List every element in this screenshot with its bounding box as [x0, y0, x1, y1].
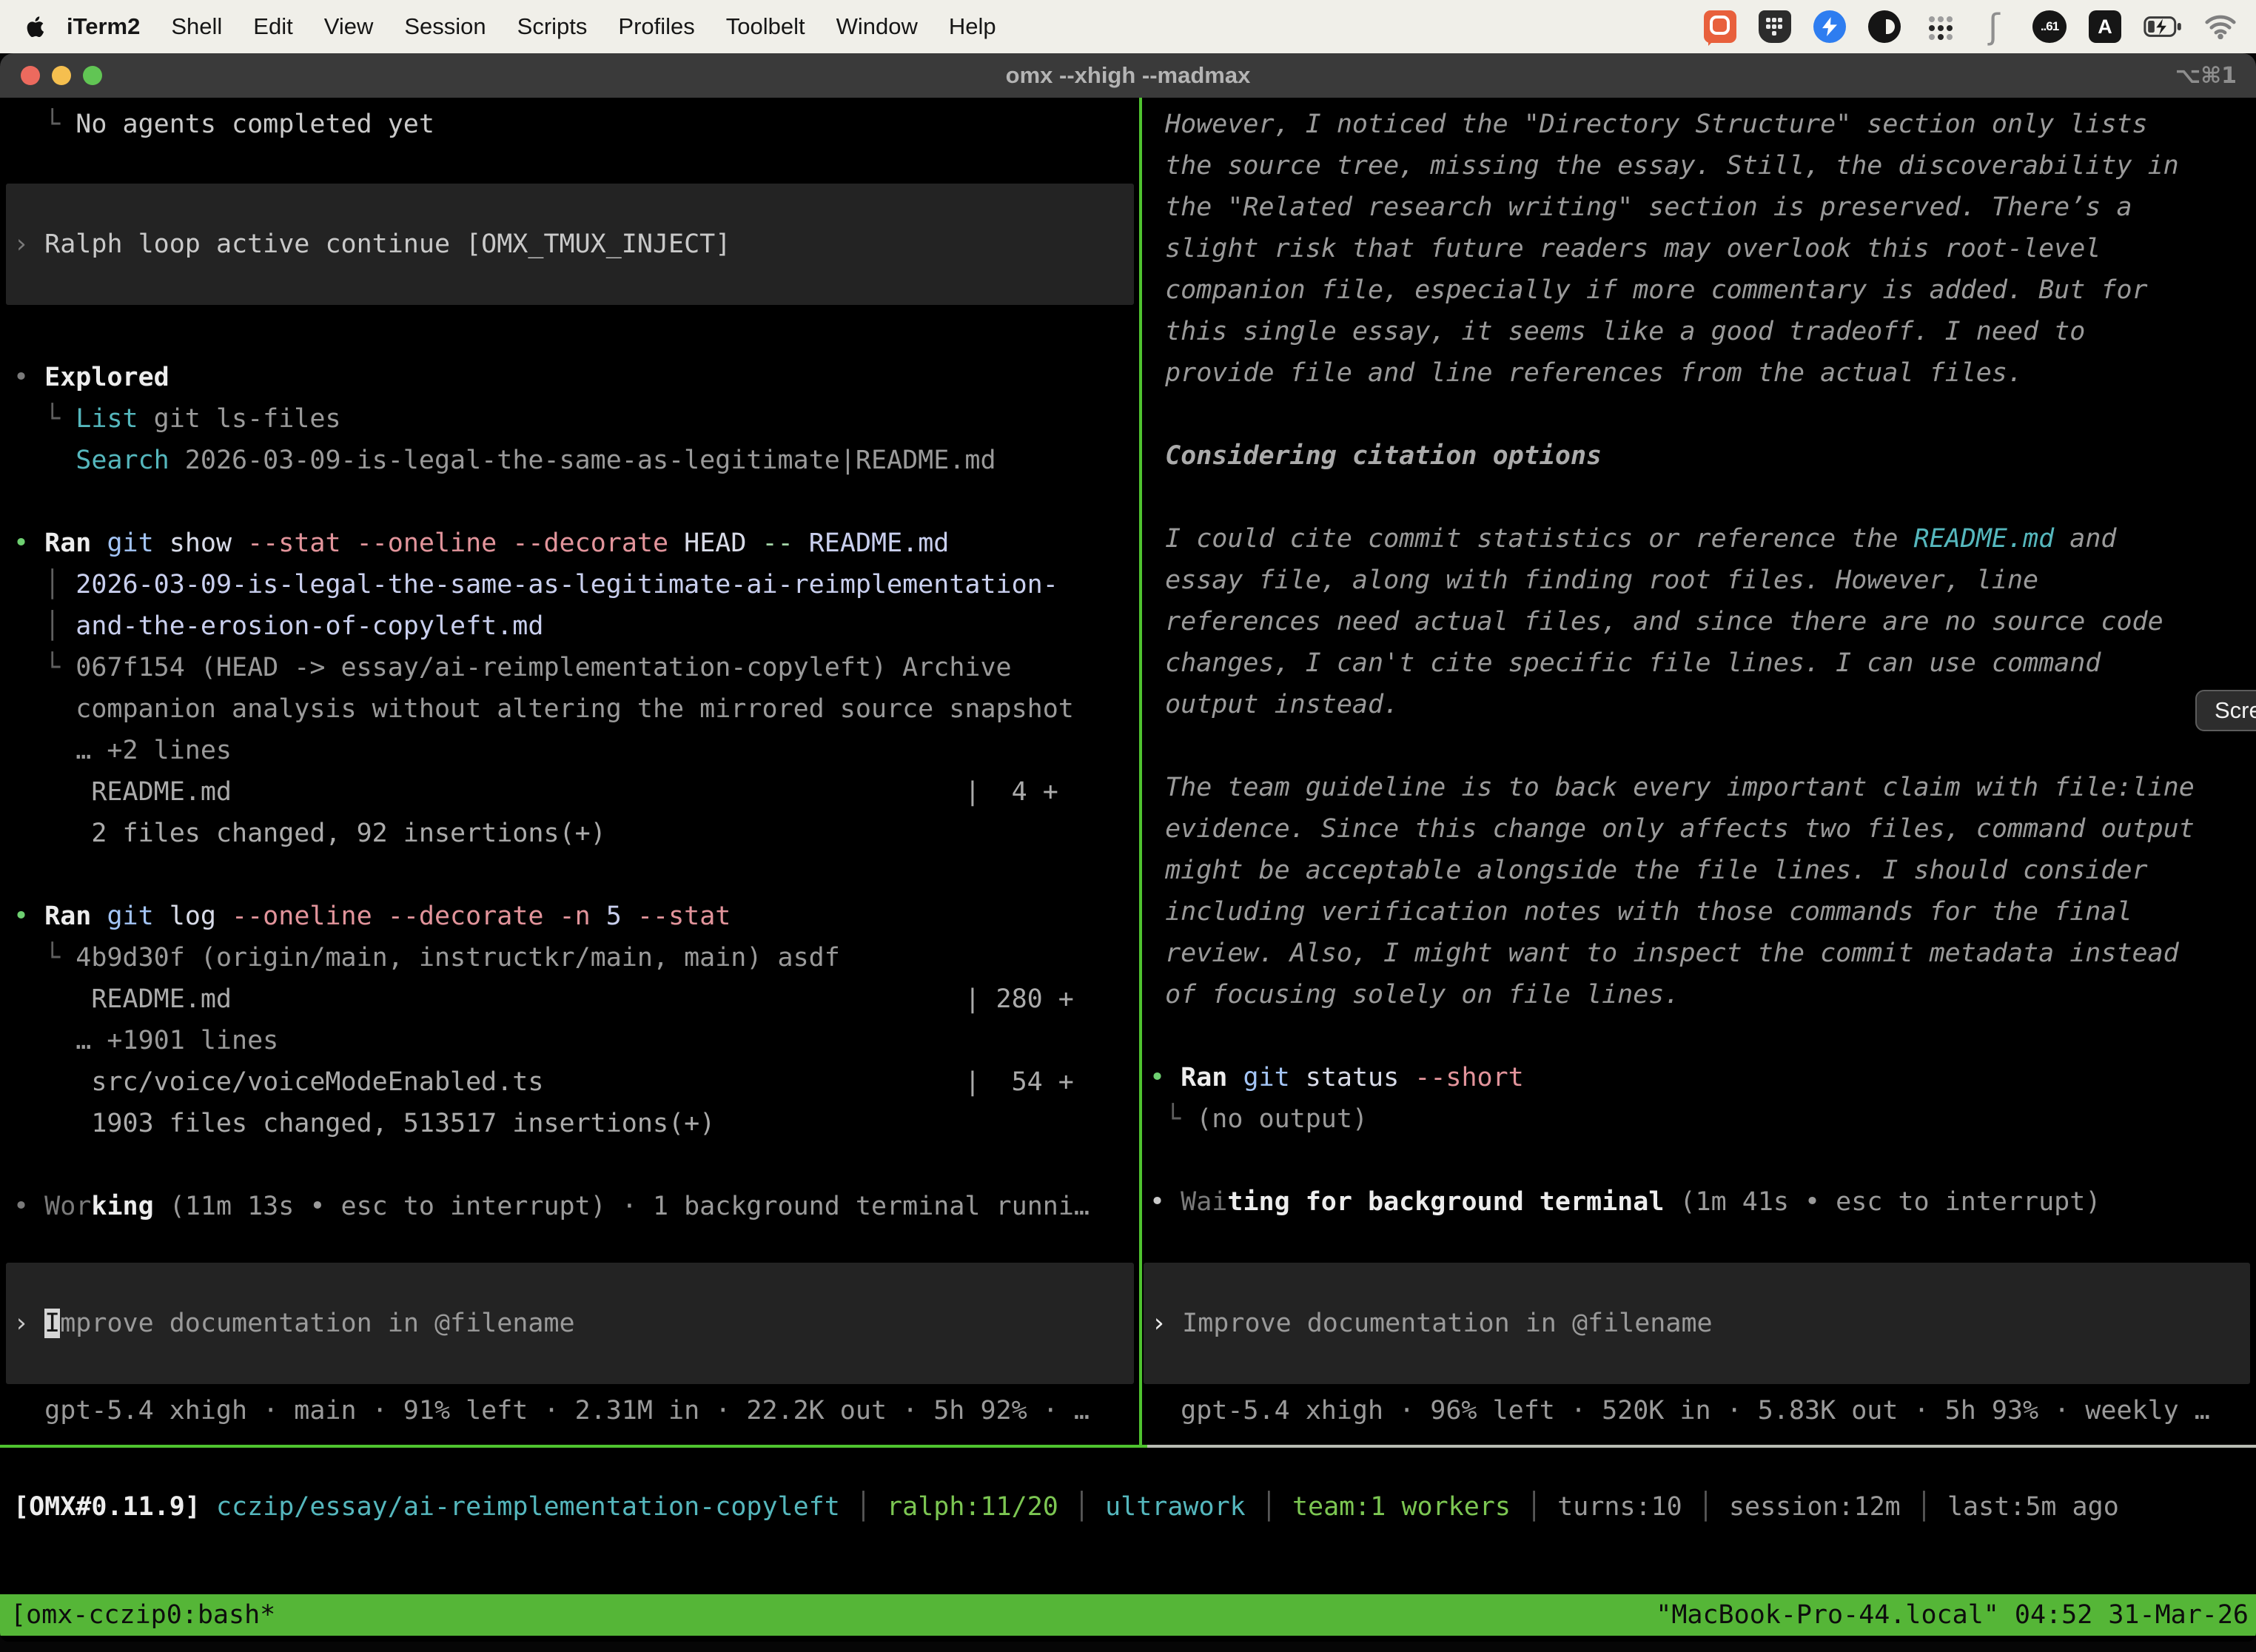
terminal-line: However, I noticed the "Directory Struct… [1149, 104, 2256, 145]
prompt-input[interactable]: › Improve documentation in @filename [6, 1263, 1134, 1384]
iterm-window: omx --xhigh --madmax ⌥⌘1 └ No agents com… [0, 53, 2256, 1642]
chat-icon[interactable] [1704, 10, 1736, 43]
terminal-line: 2 files changed, 92 insertions(+) [13, 813, 1139, 854]
terminal-line: • Ran git log --oneline --decorate -n 5 … [13, 896, 1139, 937]
menu-item-help[interactable]: Help [933, 13, 1012, 40]
terminal-line: README.md | 280 + [13, 978, 1139, 1020]
terminal-line: essay file, along with finding root file… [1149, 560, 2256, 601]
terminal-line: of focusing solely on file lines. [1149, 974, 2256, 1015]
terminal-line [1149, 1015, 2256, 1057]
desktop: { "menu_bar": { "items": ["iTerm2", "She… [0, 0, 2256, 1652]
terminal-line: provide file and line references from th… [1149, 352, 2256, 394]
prompt-input[interactable]: › Improve documentation in @filename [1144, 1263, 2250, 1384]
injected-command-box: › Ralph loop active continue [OMX_TMUX_I… [6, 184, 1134, 305]
terminal-line: the source tree, missing the essay. Stil… [1149, 145, 2256, 187]
shield-keypad-icon[interactable] [1759, 10, 1791, 43]
battery-icon[interactable] [2143, 10, 2182, 44]
pane-bottom-border-active [0, 1445, 1147, 1448]
terminal-line: • Ran git status --short [1149, 1057, 2256, 1098]
terminal-line: slight risk that future readers may over… [1149, 228, 2256, 269]
terminal-line [1149, 394, 2256, 435]
hook-icon[interactable]: ʃ [1978, 10, 2010, 44]
terminal-line: │ 2026-03-09-is-legal-the-same-as-legiti… [13, 564, 1139, 605]
menu-item-toolbelt[interactable]: Toolbelt [711, 13, 821, 40]
apple-icon[interactable] [27, 14, 49, 39]
menu-item-scripts[interactable]: Scripts [502, 13, 603, 40]
window-shortcut-badge: ⌥⌘1 [2175, 53, 2237, 98]
terminal-line [1149, 477, 2256, 518]
terminal-line [13, 854, 1139, 896]
terminal-line: • Ran git show --stat --oneline --decora… [13, 523, 1139, 564]
terminal-line: review. Also, I might want to inspect th… [1149, 933, 2256, 974]
menu-item-shell[interactable]: Shell [155, 13, 238, 40]
terminal-line [13, 481, 1139, 523]
terminal-line: • Waiting for background terminal (1m 41… [1149, 1181, 2256, 1223]
menu-item-iterm2[interactable]: iTerm2 [55, 13, 155, 40]
terminal-line: output instead. [1149, 684, 2256, 725]
terminal-line: └ (no output) [1149, 1098, 2256, 1140]
terminal-line: companion file, especially if more comme… [1149, 269, 2256, 311]
messenger-icon[interactable] [1813, 10, 1846, 43]
terminal-line: … +1901 lines [13, 1020, 1139, 1061]
terminal-line: including verification notes with those … [1149, 891, 2256, 933]
menu-item-view[interactable]: View [309, 13, 389, 40]
terminal-line: • Explored [13, 357, 1139, 398]
menu-item-window[interactable]: Window [821, 13, 933, 40]
title-bar[interactable]: omx --xhigh --madmax ⌥⌘1 [0, 53, 2256, 98]
terminal-line: └ 067f154 (HEAD -> essay/ai-reimplementa… [13, 647, 1139, 688]
terminal-line: Considering citation options [1149, 435, 2256, 477]
terminal-line: └ No agents completed yet [13, 104, 1139, 145]
terminal-line: changes, I can't cite specific file line… [1149, 642, 2256, 684]
a-key-icon[interactable]: A [2089, 10, 2121, 43]
menu-item-profiles[interactable]: Profiles [602, 13, 710, 40]
pane-status-line: gpt-5.4 xhigh · 96% left · 520K in · 5.8… [1149, 1390, 2256, 1431]
terminal-line: README.md | 4 + [13, 771, 1139, 813]
terminal-line: Search 2026-03-09-is-legal-the-same-as-l… [13, 440, 1139, 481]
terminal-line: might be acceptable alongside the file l… [1149, 850, 2256, 891]
tmux-pane-right[interactable]: However, I noticed the "Directory Struct… [1142, 98, 2256, 1445]
menu-item-edit[interactable]: Edit [238, 13, 308, 40]
terminal-line: src/voice/voiceModeEnabled.ts | 54 + [13, 1061, 1139, 1103]
terminal-line: this single essay, it seems like a good … [1149, 311, 2256, 352]
terminal-line: I could cite commit statistics or refere… [1149, 518, 2256, 560]
pane-status-line: gpt-5.4 xhigh · main · 91% left · 2.31M … [13, 1390, 1139, 1431]
tmux-status-bar: [omx-cczip0:bash* "MacBook-Pro-44.local"… [0, 1594, 2256, 1636]
tmux-host-clock: "MacBook-Pro-44.local" 04:52 31-Mar-26 [1656, 1594, 2249, 1636]
terminal-line: the "Related research writing" section i… [1149, 187, 2256, 228]
window-title: omx --xhigh --madmax [0, 53, 2256, 98]
pane-bottom-border-inactive [1147, 1445, 2256, 1448]
pane-right-content: However, I noticed the "Directory Struct… [1142, 98, 2256, 1431]
countdown-badge-icon[interactable]: ..61 [2032, 10, 2067, 43]
terminal-line: 1903 files changed, 513517 insertions(+) [13, 1103, 1139, 1144]
terminal-line: │ and-the-erosion-of-copyleft.md [13, 605, 1139, 647]
terminal-line: └ 4b9d30f (origin/main, instructkr/main,… [13, 937, 1139, 978]
pane-left-content: └ No agents completed yet › Ralph loop ac… [0, 98, 1139, 1431]
omx-status-bar: [OMX#0.11.9] cczip/essay/ai-reimplementa… [13, 1486, 2256, 1528]
terminal-line [1149, 725, 2256, 767]
screenshot-popup[interactable]: Scre [2195, 690, 2256, 731]
status-icons: ʃ ..61 A [1682, 10, 2237, 44]
wifi-icon[interactable] [2204, 10, 2237, 44]
terminal-line: evidence. Since this change only affects… [1149, 808, 2256, 850]
tmux-session-label: [omx-cczip0:bash* [10, 1594, 275, 1636]
terminal-line: • Working (11m 13s • esc to interrupt) ·… [13, 1186, 1139, 1227]
terminal-line: companion analysis without altering the … [13, 688, 1139, 730]
terminal-line: references need actual files, and since … [1149, 601, 2256, 642]
terminal-line: … +2 lines [13, 730, 1139, 771]
screenshot-popup-label: Scre [2215, 697, 2256, 724]
dots-grid-icon[interactable] [1923, 10, 1955, 43]
terminal-line [13, 1144, 1139, 1186]
terminal-line: The team guideline is to back every impo… [1149, 767, 2256, 808]
tmux-pane-left[interactable]: └ No agents completed yet › Ralph loop ac… [0, 98, 1139, 1445]
pie-chart-icon[interactable] [1868, 10, 1901, 43]
menu-item-session[interactable]: Session [389, 13, 501, 40]
terminal-line: └ List git ls-files [13, 398, 1139, 440]
terminal-line [1149, 1140, 2256, 1181]
terminal-area: └ No agents completed yet › Ralph loop ac… [0, 98, 2256, 1642]
menu-items: iTerm2ShellEditViewSessionScriptsProfile… [55, 13, 1012, 40]
menu-bar: iTerm2ShellEditViewSessionScriptsProfile… [0, 0, 2256, 53]
